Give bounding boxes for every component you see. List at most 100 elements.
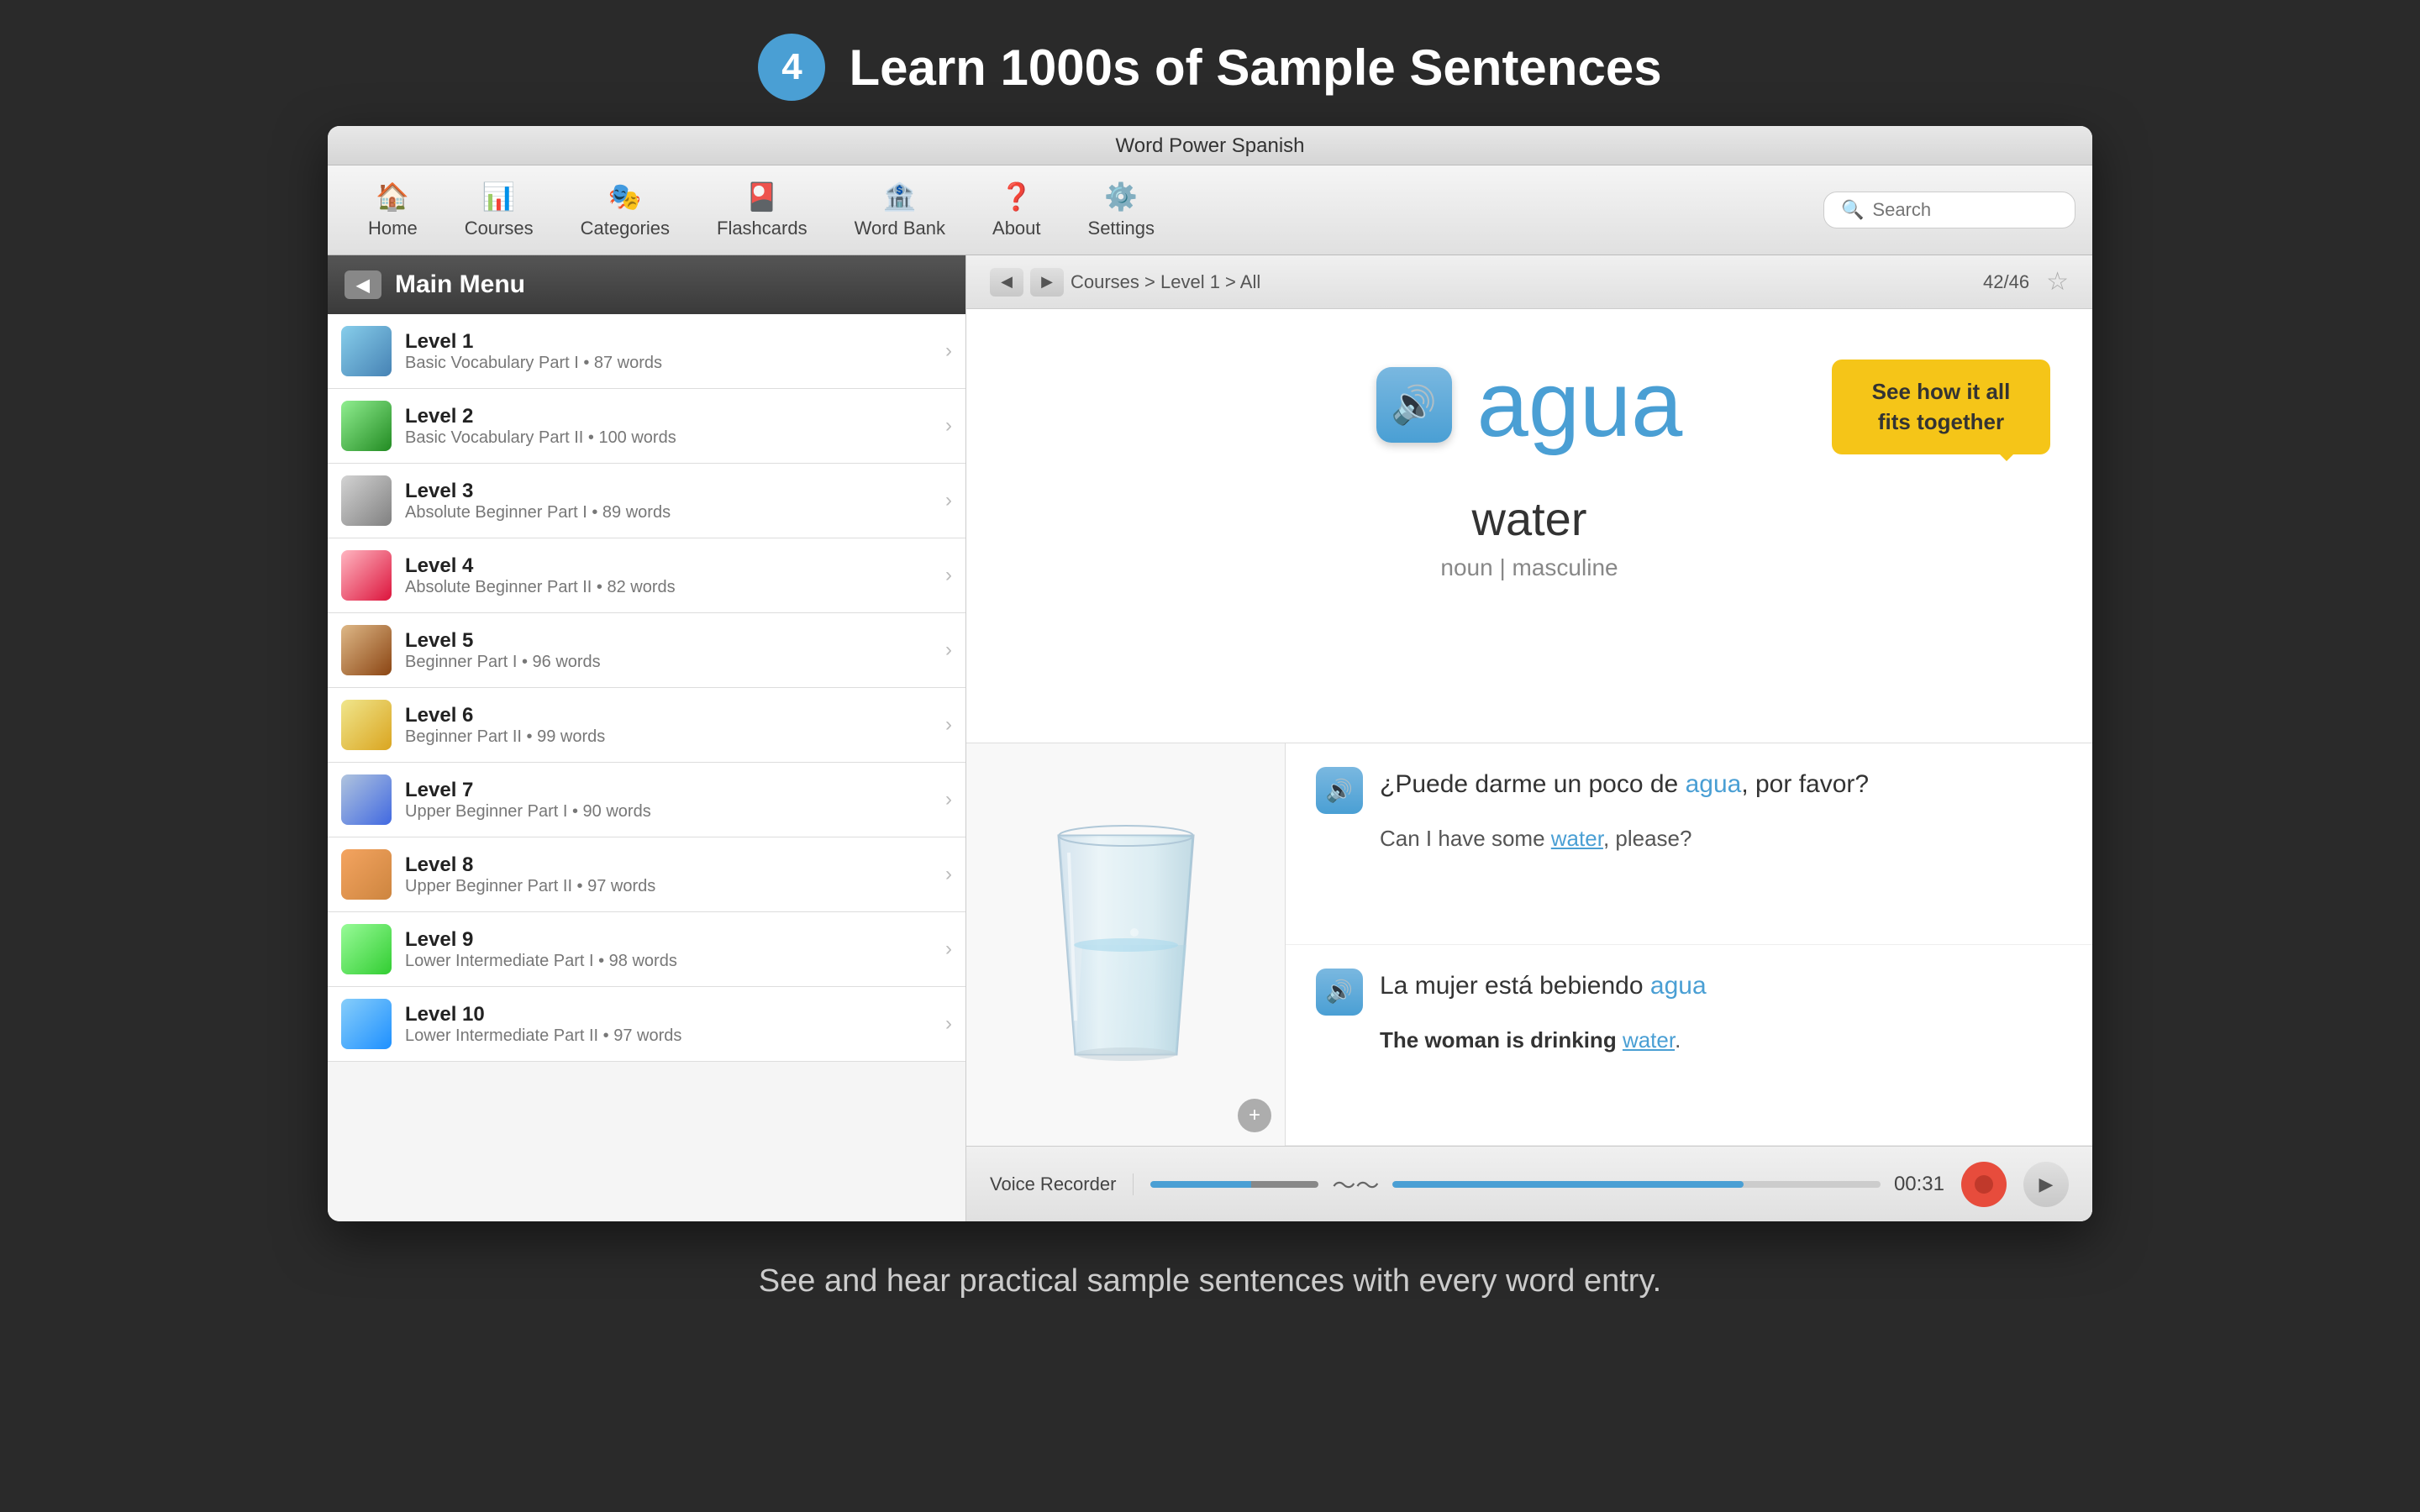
speaker-icon: 🔊	[1391, 383, 1437, 427]
sentence-2-spanish: La mujer está bebiendo agua	[1380, 969, 1707, 1004]
level-2-thumbnail	[341, 401, 392, 451]
sidebar-item-level-1[interactable]: Level 1 Basic Vocabulary Part I • 87 wor…	[328, 314, 965, 389]
favorite-button[interactable]: ☆	[2046, 267, 2069, 297]
categories-icon: 🎭	[608, 181, 642, 213]
level-4-thumbnail	[341, 550, 392, 601]
sentence-1-english: Can I have some water, please?	[1316, 826, 2062, 852]
courses-icon: 📊	[482, 181, 516, 213]
speaker-icon: 🔊	[1326, 979, 1353, 1005]
window-titlebar: Word Power Spanish	[328, 126, 2092, 165]
sidebar-item-level-9[interactable]: Level 9 Lower Intermediate Part I • 98 w…	[328, 912, 965, 987]
english-translation: water	[1472, 491, 1587, 546]
sidebar-item-level-5[interactable]: Level 5 Beginner Part I • 96 words ›	[328, 613, 965, 688]
sidebar: ◀ Main Menu Level 1 Basic Vocabulary Par…	[328, 255, 966, 1221]
sidebar-item-level-10[interactable]: Level 10 Lower Intermediate Part II • 97…	[328, 987, 965, 1062]
breadcrumb-nav: ◀ ▶ Courses > Level 1 > All	[990, 268, 1260, 297]
right-panel: ◀ ▶ Courses > Level 1 > All 42/46 ☆ 🔊 ag…	[966, 255, 2092, 1221]
expand-button[interactable]: +	[1238, 1099, 1271, 1132]
search-icon: 🔍	[1841, 199, 1864, 221]
level-7-thumbnail	[341, 774, 392, 825]
word-meta: noun | masculine	[1440, 554, 1618, 581]
sidebar-item-level-4[interactable]: Level 4 Absolute Beginner Part II • 82 w…	[328, 538, 965, 613]
page-count: 42/46	[1983, 271, 2029, 293]
nav-settings[interactable]: ⚙️ Settings	[1065, 174, 1179, 246]
chevron-right-icon: ›	[945, 339, 952, 363]
level-10-thumbnail	[341, 999, 392, 1049]
search-input[interactable]	[1872, 199, 2058, 221]
record-indicator	[1975, 1175, 1993, 1194]
spanish-word: agua	[1477, 351, 1683, 458]
sidebar-item-level-7[interactable]: Level 7 Upper Beginner Part I • 90 words…	[328, 763, 965, 837]
chevron-right-icon: ›	[945, 1012, 952, 1036]
sentence-1-spanish: ¿Puede darme un poco de agua, por favor?	[1380, 767, 1869, 802]
search-box[interactable]: 🔍	[1823, 192, 2075, 228]
level-5-thumbnail	[341, 625, 392, 675]
wordbank-icon: 🏦	[883, 181, 917, 213]
water-glass-image	[1008, 802, 1244, 1088]
sidebar-item-level-8[interactable]: Level 8 Upper Beginner Part II • 97 word…	[328, 837, 965, 912]
next-arrow[interactable]: ▶	[1030, 268, 1064, 297]
sidebar-item-level-6[interactable]: Level 6 Beginner Part II • 99 words ›	[328, 688, 965, 763]
voice-recorder: Voice Recorder 〜〜 00:31 ▶	[966, 1146, 2092, 1221]
step-badge: 4	[758, 34, 825, 101]
nav-categories[interactable]: 🎭 Categories	[557, 174, 693, 246]
speaker-icon: 🔊	[1326, 778, 1353, 804]
top-header: 4 Learn 1000s of Sample Sentences	[0, 0, 2420, 126]
word-header: 🔊 agua	[1376, 351, 1683, 458]
breadcrumb: Courses > Level 1 > All	[1071, 271, 1260, 293]
settings-icon: ⚙️	[1104, 181, 1138, 213]
recorder-label: Voice Recorder	[990, 1173, 1134, 1195]
tooltip-callout: See how it all fits together	[1832, 360, 2050, 454]
bottom-caption: See and hear practical sample sentences …	[0, 1221, 2420, 1325]
sentence-1: 🔊 ¿Puede darme un poco de agua, por favo…	[1286, 743, 2092, 945]
waveform-bar	[1150, 1181, 1318, 1188]
breadcrumb-bar: ◀ ▶ Courses > Level 1 > All 42/46 ☆	[966, 255, 2092, 309]
nav-bar: 🏠 Home 📊 Courses 🎭 Categories 🎴 Flashcar…	[328, 165, 2092, 255]
main-content: ◀ Main Menu Level 1 Basic Vocabulary Par…	[328, 255, 2092, 1221]
nav-home[interactable]: 🏠 Home	[345, 174, 441, 246]
play-button[interactable]: ▶	[2023, 1162, 2069, 1207]
chevron-right-icon: ›	[945, 638, 952, 662]
chevron-right-icon: ›	[945, 863, 952, 886]
nav-flashcards[interactable]: 🎴 Flashcards	[693, 174, 831, 246]
image-panel: +	[966, 743, 1286, 1146]
play-icon: ▶	[2039, 1173, 2054, 1195]
sentence-2: 🔊 La mujer está bebiendo agua The woman …	[1286, 945, 2092, 1147]
sound-waves-icon: 〜〜	[1332, 1168, 1379, 1201]
chevron-right-icon: ›	[945, 564, 952, 587]
progress-area: 〜〜 00:31	[1150, 1168, 1944, 1201]
app-window: Word Power Spanish 🏠 Home 📊 Courses 🎭 Ca…	[328, 126, 2092, 1221]
nav-courses[interactable]: 📊 Courses	[441, 174, 557, 246]
flashcards-icon: 🎴	[745, 181, 779, 213]
chevron-right-icon: ›	[945, 713, 952, 737]
level-3-thumbnail	[341, 475, 392, 526]
home-icon: 🏠	[376, 181, 409, 213]
chevron-right-icon: ›	[945, 414, 952, 438]
level-1-thumbnail	[341, 326, 392, 376]
chevron-right-icon: ›	[945, 489, 952, 512]
word-display: 🔊 agua water noun | masculine See how it…	[966, 309, 2092, 743]
about-icon: ❓	[1000, 181, 1034, 213]
page-title: Learn 1000s of Sample Sentences	[849, 39, 1661, 97]
sentence-2-audio-button[interactable]: 🔊	[1316, 969, 1363, 1016]
back-button[interactable]: ◀	[345, 270, 381, 299]
nav-wordbank[interactable]: 🏦 Word Bank	[831, 174, 969, 246]
level-8-thumbnail	[341, 849, 392, 900]
sentences-area: + 🔊 ¿Puede darme un poco de agua, por fa…	[966, 743, 2092, 1146]
chevron-right-icon: ›	[945, 937, 952, 961]
nav-about[interactable]: ❓ About	[969, 174, 1065, 246]
level-6-thumbnail	[341, 700, 392, 750]
progress-fill	[1392, 1181, 1744, 1188]
sentence-2-english: The woman is drinking water.	[1316, 1027, 2062, 1053]
sidebar-item-level-2[interactable]: Level 2 Basic Vocabulary Part II • 100 w…	[328, 389, 965, 464]
chevron-right-icon: ›	[945, 788, 952, 811]
record-button[interactable]	[1961, 1162, 2007, 1207]
word-audio-button[interactable]: 🔊	[1376, 367, 1452, 443]
progress-track[interactable]	[1392, 1181, 1881, 1188]
sentence-1-audio-button[interactable]: 🔊	[1316, 767, 1363, 814]
sentences-panel: 🔊 ¿Puede darme un poco de agua, por favo…	[1286, 743, 2092, 1146]
sidebar-header: ◀ Main Menu	[328, 255, 965, 314]
time-display: 00:31	[1894, 1173, 1944, 1196]
prev-arrow[interactable]: ◀	[990, 268, 1023, 297]
sidebar-item-level-3[interactable]: Level 3 Absolute Beginner Part I • 89 wo…	[328, 464, 965, 538]
